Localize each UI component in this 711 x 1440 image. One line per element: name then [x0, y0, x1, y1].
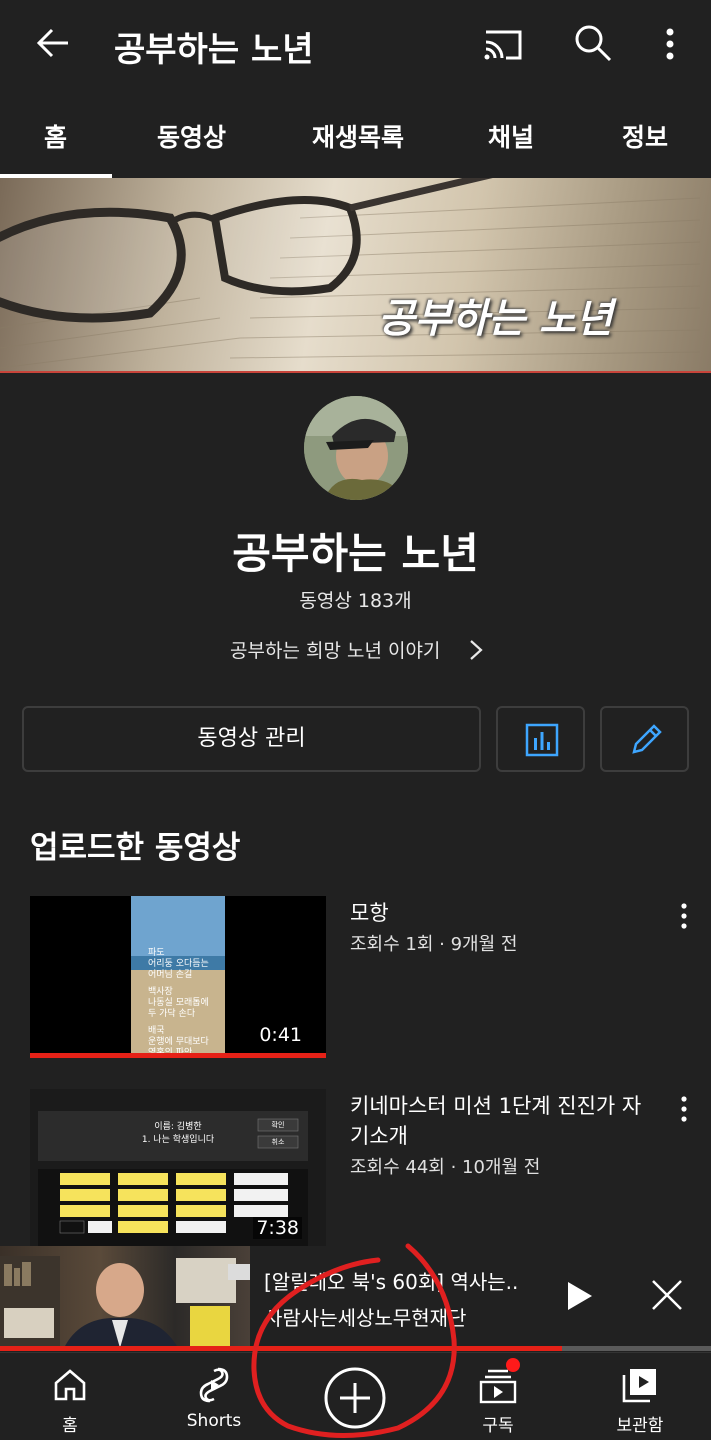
create-plus-icon[interactable]: [320, 1363, 390, 1433]
video-title[interactable]: 키네마스터 미션 1단계 진진가 자기소개: [350, 1091, 650, 1151]
video-duration: 7:38: [253, 1217, 302, 1239]
nav-subscriptions[interactable]: 구독: [438, 1353, 558, 1440]
banner-title: 공부하는 노년: [378, 296, 613, 342]
analytics-icon: [525, 723, 559, 757]
avatar[interactable]: [304, 396, 408, 500]
app-bar: 공부하는 노년: [0, 0, 711, 90]
thumbnail-confirm-text: 확인: [271, 1121, 285, 1129]
video-duration: 0:41: [259, 1024, 302, 1046]
nav-subscriptions-label: 구독: [482, 1416, 514, 1436]
mini-player[interactable]: [알릴레오 북's 60회] 역사는.. 사람사는세상노무현재단: [0, 1246, 711, 1350]
manage-videos-button[interactable]: 동영상 관리: [22, 706, 481, 772]
video-meta: 조회수 44회 · 10개월 전: [350, 1157, 541, 1178]
nav-shorts[interactable]: Shorts: [154, 1353, 274, 1440]
notification-badge: [506, 1358, 520, 1372]
close-icon[interactable]: [648, 1276, 686, 1314]
video-thumbnail[interactable]: 파도 어리둥 오다듬는 어머님 손길 백사장 나동실 모래톱에 두 가닥 손다 …: [30, 896, 326, 1058]
more-vert-icon[interactable]: [674, 900, 694, 932]
nav-library-label: 보관함: [616, 1416, 664, 1436]
channel-tabs: 홈 동영상 재생목록 채널 정보: [0, 90, 711, 178]
analytics-button[interactable]: [496, 706, 585, 772]
nav-home-label: 홈: [62, 1416, 78, 1436]
tab-playlists[interactable]: 재생목록: [312, 118, 404, 154]
mini-player-progress: [0, 1346, 562, 1351]
channel-name: 공부하는 노년: [232, 529, 479, 578]
pencil-icon: [632, 724, 662, 754]
talk-show-image: [0, 1256, 250, 1348]
nav-shorts-label: Shorts: [186, 1411, 242, 1431]
mini-player-thumbnail[interactable]: [0, 1246, 250, 1348]
search-icon[interactable]: [570, 20, 616, 66]
app-bar-title: 공부하는 노년: [114, 30, 314, 70]
mini-player-title[interactable]: [알릴레오 북's 60회] 역사는..: [264, 1266, 518, 1295]
video-item[interactable]: 파도 어리둥 오다듬는 어머님 손길 백사장 나동실 모래톱에 두 가닥 손다 …: [30, 896, 711, 1058]
library-icon: [622, 1369, 656, 1403]
channel-banner: 공부하는 노년: [0, 178, 711, 373]
home-icon: [54, 1369, 86, 1401]
tab-channels[interactable]: 채널: [488, 118, 534, 154]
tab-home[interactable]: 홈: [44, 118, 67, 154]
nav-home[interactable]: 홈: [10, 1353, 130, 1440]
edit-channel-button[interactable]: [600, 706, 689, 772]
shorts-icon: [199, 1367, 229, 1403]
avatar-photo: [304, 396, 408, 500]
cast-icon[interactable]: [480, 22, 526, 68]
tab-about[interactable]: 정보: [622, 118, 668, 154]
mini-player-channel: 사람사는세상노무현재단: [264, 1306, 467, 1330]
nav-library[interactable]: 보관함: [580, 1353, 700, 1440]
video-thumbnail[interactable]: 이름: 김병한 1. 나는 학생입니다 확인 취소 7:38: [30, 1089, 326, 1251]
thumbnail-poem-text: 파도 어리둥 오다듬는 어머님 손길 백사장 나동실 모래톱에 두 가닥 손다 …: [148, 948, 209, 1058]
chevron-right-icon[interactable]: [464, 636, 488, 664]
video-meta: 조회수 1회 · 9개월 전: [350, 934, 518, 955]
banner-divider: [0, 371, 711, 373]
section-title: 업로드한 동영상: [30, 830, 241, 866]
thumbnail-cancel-text: 취소: [271, 1138, 285, 1146]
watch-progress: [30, 1053, 326, 1058]
mini-player-progress-track: [562, 1346, 711, 1351]
video-count: 동영상 183개: [299, 590, 412, 612]
manage-videos-label: 동영상 관리: [197, 726, 306, 751]
play-icon[interactable]: [562, 1276, 596, 1316]
video-title[interactable]: 모항: [350, 898, 650, 928]
back-arrow-icon[interactable]: [30, 20, 76, 66]
bottom-navigation: 홈 Shorts 구독 보관함: [0, 1352, 711, 1440]
video-item[interactable]: 이름: 김병한 1. 나는 학생입니다 확인 취소 7:38 키네마스터 미션 …: [30, 1089, 711, 1251]
tab-videos[interactable]: 동영상: [157, 118, 226, 154]
more-vert-icon[interactable]: [674, 1093, 694, 1125]
channel-tagline[interactable]: 공부하는 희망 노년 이야기: [230, 636, 440, 663]
more-vert-icon[interactable]: [650, 20, 690, 66]
